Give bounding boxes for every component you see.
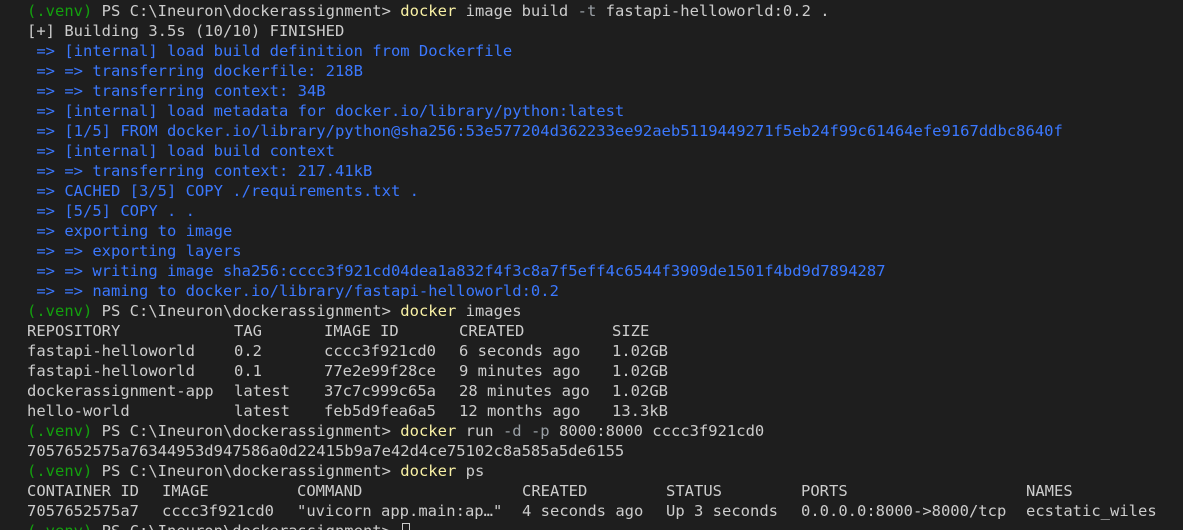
- table-row: 7057652575a7 cccc3f921cd0 "uvicorn app.mai…: [27, 501, 1183, 521]
- table-row: hello-world latest feb5d9fea6a5 12 months a…: [27, 401, 1183, 421]
- command-args: images: [456, 302, 522, 320]
- cell-image: cccc3f921cd0: [162, 502, 274, 520]
- prompt-path: PS C:\Ineuron\dockerassignment>: [92, 462, 401, 480]
- command-args: 8000:8000 cccc3f921cd0: [549, 422, 765, 440]
- cell-repository: hello-world: [27, 402, 130, 420]
- container-id-output: 7057652575a76344953d947586a0d22415b9a7e4…: [27, 442, 625, 460]
- header-size: SIZE: [612, 322, 650, 340]
- command-args: ps: [456, 462, 485, 480]
- prompt-line-3: (.venv) PS C:\Ineuron\dockerassignment> …: [27, 421, 1183, 441]
- build-step: => => transferring dockerfile: 218B: [27, 62, 363, 80]
- table-row: dockerassignment-app latest 37c7c999c65a 28…: [27, 381, 1183, 401]
- header-command: COMMAND: [297, 482, 363, 500]
- prompt-line-2: (.venv) PS C:\Ineuron\dockerassignment> …: [27, 301, 1183, 321]
- cell-repository: dockerassignment-app: [27, 382, 214, 400]
- venv-label: (.venv): [27, 522, 92, 530]
- header-image: IMAGE: [162, 482, 209, 500]
- build-step: => [internal] load build definition from…: [27, 42, 513, 60]
- header-names: NAMES: [1026, 482, 1073, 500]
- cell-ports: 0.0.0.0:8000->8000/tcp: [801, 502, 1007, 520]
- cell-size: 1.02GB: [612, 362, 668, 380]
- text-cursor[interactable]: [402, 523, 411, 530]
- cell-tag: 0.1: [234, 362, 262, 380]
- command-name: docker: [400, 302, 457, 320]
- cell-size: 13.3kB: [612, 402, 668, 420]
- build-step: => => transferring context: 34B: [27, 82, 326, 100]
- table-row: fastapi-helloworld 0.1 77e2e99f28ce 9 minut…: [27, 361, 1183, 381]
- command-name: docker: [400, 462, 457, 480]
- cell-size: 1.02GB: [612, 342, 668, 360]
- prompt-line-5[interactable]: (.venv) PS C:\Ineuron\dockerassignment>: [27, 521, 1183, 530]
- cell-image-id: 77e2e99f28ce: [324, 362, 436, 380]
- build-step: => => exporting layers: [27, 242, 242, 260]
- build-step: => [internal] load metadata for docker.i…: [27, 102, 625, 120]
- build-step: => [5/5] COPY . .: [27, 202, 195, 220]
- build-step: => => naming to docker.io/library/fastap…: [27, 282, 559, 300]
- cell-tag: 0.2: [234, 342, 262, 360]
- ps-table-header: CONTAINER ID IMAGE COMMAND CREATED STATUS POR…: [27, 481, 1183, 501]
- prompt-path: PS C:\Ineuron\dockerassignment>: [92, 302, 401, 320]
- build-step: => CACHED [3/5] COPY ./requirements.txt …: [27, 182, 419, 200]
- cell-status: Up 3 seconds: [666, 502, 778, 520]
- command-args: image build: [456, 2, 578, 20]
- venv-label: (.venv): [27, 302, 93, 320]
- prompt-line-4: (.venv) PS C:\Ineuron\dockerassignment> …: [27, 461, 1183, 481]
- command-args: run: [456, 422, 503, 440]
- prompt-line-1: (.venv) PS C:\Ineuron\dockerassignment> …: [27, 1, 1183, 21]
- header-repository: REPOSITORY: [27, 322, 121, 340]
- build-step: => => writing image sha256:cccc3f921cd04…: [27, 262, 886, 280]
- cell-size: 1.02GB: [612, 382, 668, 400]
- cell-command: "uvicorn app.main:ap…": [297, 502, 503, 520]
- images-table-header: REPOSITORY TAG IMAGE ID CREATED SIZE: [27, 321, 1183, 341]
- cell-image-id: cccc3f921cd0: [324, 342, 436, 360]
- prompt-path: PS C:\Ineuron\dockerassignment>: [92, 522, 400, 530]
- venv-label: (.venv): [27, 422, 93, 440]
- venv-label: (.venv): [27, 2, 93, 20]
- cell-created: 6 seconds ago: [459, 342, 581, 360]
- build-header: [+] Building 3.5s (10/10) FINISHED: [27, 22, 345, 40]
- header-created: CREATED: [459, 322, 525, 340]
- build-step: => [internal] load build context: [27, 142, 335, 160]
- header-tag: TAG: [234, 322, 262, 340]
- command-args: fastapi-helloworld:0.2 .: [596, 2, 830, 20]
- cell-names: ecstatic_wiles: [1026, 502, 1157, 520]
- cell-image-id: feb5d9fea6a5: [324, 402, 436, 420]
- command-name: docker: [400, 2, 457, 20]
- build-step: => exporting to image: [27, 222, 233, 240]
- cell-container-id: 7057652575a7: [27, 502, 139, 520]
- build-step: => => transferring context: 217.41kB: [27, 162, 373, 180]
- cell-created: 4 seconds ago: [522, 502, 644, 520]
- terminal-window[interactable]: (.venv) PS C:\Ineuron\dockerassignment> …: [0, 0, 1183, 530]
- cell-repository: fastapi-helloworld: [27, 342, 195, 360]
- command-name: docker: [400, 422, 457, 440]
- cell-image-id: 37c7c999c65a: [324, 382, 436, 400]
- command-flag: -d -p: [502, 422, 550, 440]
- prompt-path: PS C:\Ineuron\dockerassignment>: [92, 2, 401, 20]
- command-flag: -t: [577, 2, 597, 20]
- header-created: CREATED: [522, 482, 588, 500]
- table-row: fastapi-helloworld 0.2 cccc3f921cd0 6 secon…: [27, 341, 1183, 361]
- cell-tag: latest: [234, 402, 290, 420]
- cell-created: 12 months ago: [459, 402, 581, 420]
- cell-created: 9 minutes ago: [459, 362, 581, 380]
- venv-label: (.venv): [27, 462, 93, 480]
- header-image-id: IMAGE ID: [324, 322, 399, 340]
- cell-repository: fastapi-helloworld: [27, 362, 195, 380]
- header-ports: PORTS: [801, 482, 848, 500]
- cell-created: 28 minutes ago: [459, 382, 590, 400]
- build-step: => [1/5] FROM docker.io/library/python@s…: [27, 122, 1063, 140]
- header-status: STATUS: [666, 482, 722, 500]
- prompt-path: PS C:\Ineuron\dockerassignment>: [92, 422, 401, 440]
- header-container-id: CONTAINER ID: [27, 482, 139, 500]
- cell-tag: latest: [234, 382, 290, 400]
